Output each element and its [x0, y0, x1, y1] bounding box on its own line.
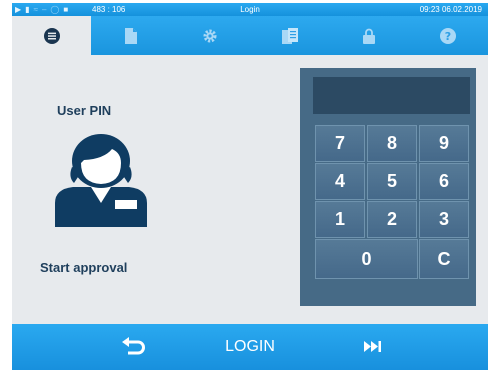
tab-documents[interactable]	[91, 16, 170, 55]
start-approval-label: Start approval	[40, 260, 128, 275]
list-icon	[43, 27, 60, 44]
key-3[interactable]: 3	[419, 201, 469, 238]
tab-settings[interactable]	[171, 16, 250, 55]
main-content: User PIN Start approval 7 8 9 4 5 6 1 2 …	[12, 55, 488, 324]
key-2[interactable]: 2	[367, 201, 417, 238]
user-pin-label: User PIN	[57, 103, 112, 118]
help-icon: ?	[440, 27, 457, 44]
tab-security[interactable]	[329, 16, 408, 55]
logbook-icon	[281, 27, 298, 44]
tab-help[interactable]: ?	[409, 16, 488, 55]
key-7[interactable]: 7	[315, 125, 365, 162]
tab-menu[interactable]	[12, 16, 92, 55]
svg-text:?: ?	[445, 30, 451, 43]
status-title: Login	[240, 5, 260, 14]
key-clear[interactable]: C	[419, 239, 469, 279]
key-5[interactable]: 5	[367, 163, 417, 200]
login-screen: ▶ ▮ ≈ – ◯ ■ 483 : 106 Login 09:23 06.02.…	[0, 0, 489, 374]
user-avatar-icon	[55, 134, 147, 227]
skip-forward-icon[interactable]	[364, 341, 382, 352]
tab-logbook[interactable]	[250, 16, 329, 55]
key-8[interactable]: 8	[367, 125, 417, 162]
tab-bar: ?	[12, 16, 488, 55]
key-0[interactable]: 0	[315, 239, 418, 279]
status-bar: ▶ ▮ ≈ – ◯ ■ 483 : 106 Login 09:23 06.02.…	[12, 3, 488, 16]
pin-keypad: 7 8 9 4 5 6 1 2 3 0 C	[300, 68, 476, 306]
key-9[interactable]: 9	[419, 125, 469, 162]
gear-icon	[203, 29, 217, 42]
bottom-bar: LOGIN	[12, 324, 488, 370]
status-datetime: 09:23 06.02.2019	[419, 5, 482, 14]
document-icon	[124, 27, 137, 44]
key-1[interactable]: 1	[315, 201, 365, 238]
lock-icon	[362, 28, 375, 44]
pin-display-field[interactable]	[313, 77, 470, 114]
login-title: LOGIN	[225, 338, 275, 355]
key-6[interactable]: 6	[419, 163, 469, 200]
key-4[interactable]: 4	[315, 163, 365, 200]
